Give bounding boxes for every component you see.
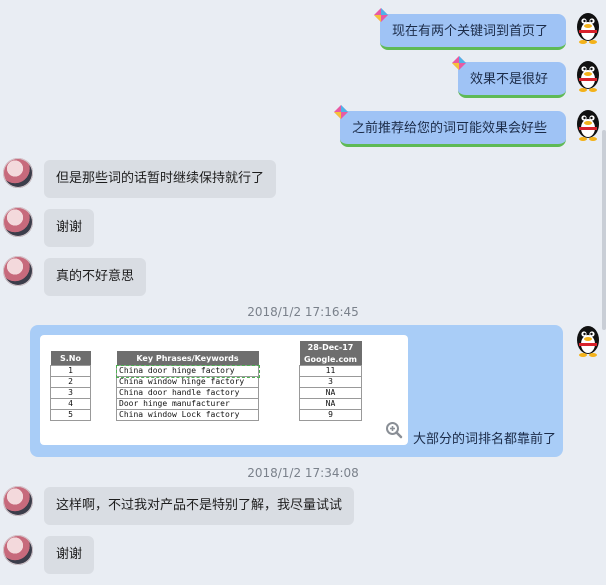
table-cell: 3	[299, 376, 362, 388]
table-cell: NA	[299, 387, 362, 399]
table-spacer	[91, 351, 117, 366]
table-cell: 4	[50, 398, 91, 410]
table-cell: China door hinge factory	[115, 364, 260, 378]
message-text: 谢谢	[56, 547, 83, 562]
incoming-message-bubble[interactable]: 谢谢	[44, 209, 95, 247]
table-cell: 9	[299, 409, 362, 421]
message-text: 现在有两个关键词到首页了	[392, 24, 549, 39]
table-cell: China window hinge factory	[116, 376, 259, 388]
table-cell: 11	[299, 365, 362, 377]
table-spacer	[91, 388, 117, 399]
outgoing-image-message[interactable]: S.No Key Phrases/Keywords 1 China door h…	[30, 325, 563, 457]
message-text: 大部分的词排名都靠前了	[413, 432, 557, 447]
ranking-table: 28-Dec-17 Google.com 11 3 NA NA 9	[299, 341, 362, 421]
penguin-avatar-icon[interactable]	[573, 324, 603, 358]
message-text: 这样啊，不过我对产品不是特别了解，我尽量试试	[56, 498, 343, 513]
message-timestamp: 2018/1/2 17:16:45	[247, 305, 359, 319]
message-text: 但是那些词的话暂时继续保持就行了	[56, 171, 265, 186]
table-cell: NA	[299, 398, 362, 410]
user-avatar-icon[interactable]	[3, 486, 33, 516]
table-row: NA	[299, 398, 362, 410]
table-row: 11	[299, 365, 362, 377]
table-row: 4 Door hinge manufacturer	[50, 398, 259, 410]
kite-icon	[374, 8, 388, 22]
table-header: 28-Dec-17	[299, 341, 362, 353]
user-avatar-icon[interactable]	[3, 256, 33, 286]
zoom-in-icon[interactable]	[385, 421, 403, 439]
table-cell: 3	[50, 387, 91, 399]
incoming-message-bubble[interactable]: 但是那些词的话暂时继续保持就行了	[44, 160, 277, 198]
message-timestamp: 2018/1/2 17:34:08	[247, 466, 359, 480]
keyword-table: S.No Key Phrases/Keywords 1 China door h…	[50, 351, 260, 421]
penguin-avatar-icon[interactable]	[573, 59, 603, 93]
outgoing-message-bubble[interactable]: 效果不是很好	[452, 56, 566, 98]
table-cell: 1	[50, 365, 91, 377]
table-header: S.No	[50, 351, 91, 366]
penguin-avatar-icon[interactable]	[573, 108, 603, 142]
table-row: 2 China window hinge factory	[50, 376, 259, 388]
incoming-message-bubble[interactable]: 谢谢	[44, 536, 95, 574]
table-row: 9	[299, 409, 362, 421]
table-spacer	[91, 377, 117, 388]
table-row: 3 China door handle factory	[50, 387, 259, 399]
incoming-message-bubble[interactable]: 真的不好意思	[44, 258, 147, 296]
table-cell: China window Lock factory	[116, 409, 259, 421]
user-avatar-icon[interactable]	[3, 158, 33, 188]
table-spacer	[91, 410, 117, 421]
scrollbar[interactable]	[602, 130, 606, 330]
table-cell: Door hinge manufacturer	[116, 398, 259, 410]
table-row: 5 China window Lock factory	[50, 409, 259, 421]
incoming-message-bubble[interactable]: 这样啊，不过我对产品不是特别了解，我尽量试试	[44, 487, 355, 525]
penguin-avatar-icon[interactable]	[573, 11, 603, 45]
table-row: 1 China door hinge factory	[50, 364, 260, 378]
table-row: 3	[299, 376, 362, 388]
table-header: Google.com	[299, 353, 362, 366]
table-header: Key Phrases/Keywords	[116, 351, 259, 366]
message-text: 之前推荐给您的词可能效果会好些	[352, 121, 548, 136]
table-spacer	[91, 399, 117, 410]
table-cell: 5	[50, 409, 91, 421]
kite-icon	[334, 105, 348, 119]
table-spacer	[91, 366, 117, 377]
table-row: NA	[299, 387, 362, 399]
user-avatar-icon[interactable]	[3, 535, 33, 565]
message-text: 真的不好意思	[56, 269, 135, 284]
kite-icon	[452, 56, 466, 70]
outgoing-message-bubble[interactable]: 之前推荐给您的词可能效果会好些	[334, 105, 566, 147]
table-cell: China door handle factory	[116, 387, 259, 399]
user-avatar-icon[interactable]	[3, 207, 33, 237]
outgoing-message-bubble[interactable]: 现在有两个关键词到首页了	[374, 8, 566, 50]
keyword-ranking-image[interactable]: S.No Key Phrases/Keywords 1 China door h…	[40, 335, 408, 445]
message-text: 效果不是很好	[470, 72, 549, 87]
message-text: 谢谢	[56, 220, 83, 235]
table-cell: 2	[50, 376, 91, 388]
